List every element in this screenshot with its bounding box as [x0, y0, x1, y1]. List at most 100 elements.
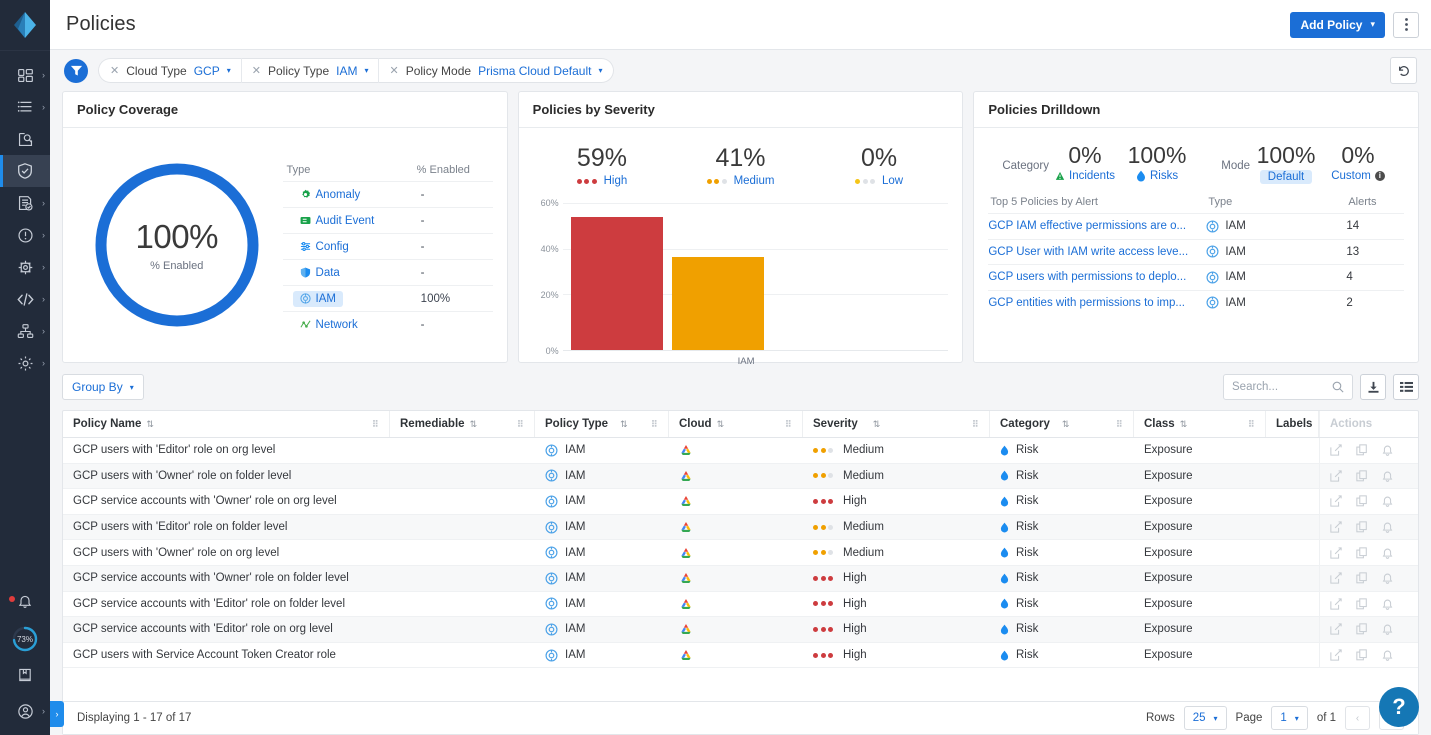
sort-icon[interactable]: ⇅ — [1062, 419, 1069, 430]
add-policy-label: Add Policy — [1300, 17, 1363, 32]
help-button[interactable]: ? — [1379, 687, 1419, 727]
coverage-row-network[interactable]: Network - — [282, 311, 493, 337]
left-nav-sidebar: › › › › › › › › 73% › › — [0, 0, 64, 735]
documentation-button[interactable] — [0, 657, 50, 693]
sidebar-item-investigate[interactable] — [0, 123, 50, 155]
policy-link[interactable]: GCP entities with permissions to imp... — [988, 297, 1206, 309]
table-row[interactable]: GCP users with 'Owner' role on org level… — [63, 540, 1418, 566]
top-policy-row[interactable]: GCP entities with permissions to imp... … — [988, 289, 1405, 316]
sidebar-item-dashboard[interactable]: › — [0, 59, 50, 91]
column-header-cloud[interactable]: Cloud ⇅ ⠿ — [669, 411, 803, 437]
table-row[interactable]: GCP users with Service Account Token Cre… — [63, 642, 1418, 669]
column-header-remediable[interactable]: Remediable ⇅ ⠿ — [390, 411, 535, 437]
sidebar-item-compliance[interactable]: › — [0, 187, 50, 219]
close-icon[interactable]: ✕ — [252, 64, 261, 77]
top-policy-row[interactable]: GCP users with permissions to deplo... I… — [988, 264, 1405, 290]
severity-stat-high[interactable]: 59% High — [533, 144, 672, 187]
bar-medium[interactable] — [671, 257, 764, 350]
drilldown-stat-risks[interactable]: 100% Risks — [1121, 142, 1193, 182]
filter-pill-cloud-type[interactable]: ✕ Cloud Type GCP ▾ — [100, 58, 241, 83]
drilldown-stat-incidents[interactable]: 0% Incidents — [1049, 142, 1121, 182]
table-row[interactable]: GCP service accounts with 'Owner' role o… — [63, 565, 1418, 592]
column-grip[interactable]: ⠿ — [972, 419, 979, 428]
sidebar-expand-button[interactable]: › — [50, 701, 64, 727]
policy-link[interactable]: GCP IAM effective permissions are o... — [988, 220, 1206, 232]
table-row[interactable]: GCP users with 'Editor' role on folder l… — [63, 514, 1418, 541]
info-icon[interactable]: i — [1374, 171, 1385, 181]
coverage-value: - — [420, 188, 425, 201]
cell-severity: Medium — [803, 470, 990, 482]
table-row[interactable]: GCP service accounts with 'Editor' role … — [63, 591, 1418, 618]
column-header-policy-name[interactable]: Policy Name ⇅ ⠿ — [63, 411, 390, 437]
page-select[interactable]: 1 ▾ — [1271, 706, 1308, 730]
top-policy-row[interactable]: GCP IAM effective permissions are o... I… — [988, 213, 1405, 239]
sort-icon[interactable]: ⇅ — [470, 419, 477, 430]
search-input[interactable] — [1232, 381, 1332, 393]
sort-icon[interactable]: ⇅ — [146, 419, 153, 430]
filter-funnel-button[interactable] — [64, 58, 88, 83]
edit-icon — [1330, 495, 1342, 508]
table-row[interactable]: GCP users with 'Owner' role on folder le… — [63, 463, 1418, 490]
reset-filters-button[interactable] — [1390, 57, 1417, 84]
drilldown-stat-custom[interactable]: 0% Custom i — [1322, 142, 1394, 182]
coverage-row-data[interactable]: Data - — [282, 259, 493, 285]
column-grip[interactable]: ⠿ — [372, 419, 379, 428]
coverage-row-audit-event[interactable]: Audit Event - — [282, 207, 493, 233]
group-by-button[interactable]: Group By ▾ — [62, 374, 144, 400]
column-grip[interactable]: ⠿ — [651, 419, 658, 428]
sidebar-item-compute[interactable]: › — [0, 251, 50, 283]
cell-class: Exposure — [1144, 623, 1193, 636]
iam-icon — [1206, 245, 1219, 258]
column-grip[interactable]: ⠿ — [1248, 419, 1255, 428]
sort-icon[interactable]: ⇅ — [873, 419, 880, 430]
policy-link[interactable]: GCP User with IAM write access leve... — [988, 246, 1206, 258]
sidebar-item-inventory[interactable]: › — [0, 91, 50, 123]
severity-stat-low[interactable]: 0% Low — [810, 144, 949, 187]
top-policy-row[interactable]: GCP User with IAM write access leve... I… — [988, 238, 1405, 265]
notifications-button[interactable] — [0, 585, 50, 621]
table-row[interactable]: GCP service accounts with 'Owner' role o… — [63, 489, 1418, 515]
policies-table-section: Group By ▾ Search... Policy Name ⇅ ⠿ Rem… — [50, 363, 1431, 735]
column-grip[interactable]: ⠿ — [785, 419, 792, 428]
column-grip[interactable]: ⠿ — [517, 419, 524, 428]
policy-link[interactable]: GCP users with permissions to deplo... — [988, 271, 1206, 283]
add-policy-button[interactable]: Add Policy ▾ — [1290, 11, 1385, 38]
prisma-cloud-logo[interactable] — [0, 0, 50, 50]
sort-icon[interactable]: ⇅ — [717, 419, 724, 430]
column-settings-button[interactable] — [1393, 374, 1419, 400]
filter-pill-policy-mode[interactable]: ✕ Policy Mode Prisma Cloud Default ▾ — [378, 58, 612, 83]
rows-per-page-select[interactable]: 25 ▾ — [1183, 706, 1227, 730]
coverage-value: - — [420, 240, 425, 253]
usage-meter[interactable]: 73% — [0, 621, 50, 657]
sidebar-item-settings[interactable]: › — [0, 347, 50, 379]
coverage-row-iam[interactable]: IAM 100% — [282, 285, 493, 311]
risk-icon — [1000, 471, 1009, 481]
column-header-category[interactable]: Category ⇅ ⠿ — [990, 411, 1134, 437]
prev-page-button[interactable]: ‹ — [1345, 706, 1370, 730]
sort-icon[interactable]: ⇅ — [620, 419, 627, 430]
bar-high[interactable] — [570, 216, 663, 350]
coverage-row-config[interactable]: Config - — [282, 233, 493, 259]
column-grip[interactable]: ⠿ — [1116, 419, 1123, 428]
search-box[interactable] — [1223, 374, 1353, 400]
sidebar-item-alerts[interactable]: › — [0, 219, 50, 251]
coverage-row-anomaly[interactable]: Anomaly - — [282, 181, 493, 207]
column-header-policy-type[interactable]: Policy Type ⇅ ⠿ — [535, 411, 669, 437]
severity-stat-medium[interactable]: 41% Medium — [671, 144, 810, 187]
sidebar-item-topology[interactable]: › — [0, 315, 50, 347]
table-row[interactable]: GCP service accounts with 'Editor' role … — [63, 617, 1418, 643]
table-row[interactable]: GCP users with 'Editor' role on org leve… — [63, 438, 1418, 464]
sidebar-item-policies[interactable] — [0, 155, 50, 187]
filter-pill-policy-type[interactable]: ✕ Policy Type IAM ▾ — [240, 58, 379, 83]
sidebar-item-code-security[interactable]: › — [0, 283, 50, 315]
close-icon[interactable]: ✕ — [110, 64, 119, 77]
close-icon[interactable]: ✕ — [389, 64, 398, 77]
user-profile-button[interactable]: › — [0, 693, 50, 729]
column-header-severity[interactable]: Severity ⇅ ⠿ — [803, 411, 990, 437]
column-header-labels[interactable]: Labels — [1266, 411, 1319, 437]
column-header-class[interactable]: Class ⇅ ⠿ — [1134, 411, 1266, 437]
download-button[interactable] — [1360, 374, 1386, 400]
drilldown-stat-default[interactable]: 100% Default — [1250, 142, 1322, 184]
sort-icon[interactable]: ⇅ — [1180, 419, 1187, 430]
more-options-button[interactable] — [1393, 11, 1419, 38]
